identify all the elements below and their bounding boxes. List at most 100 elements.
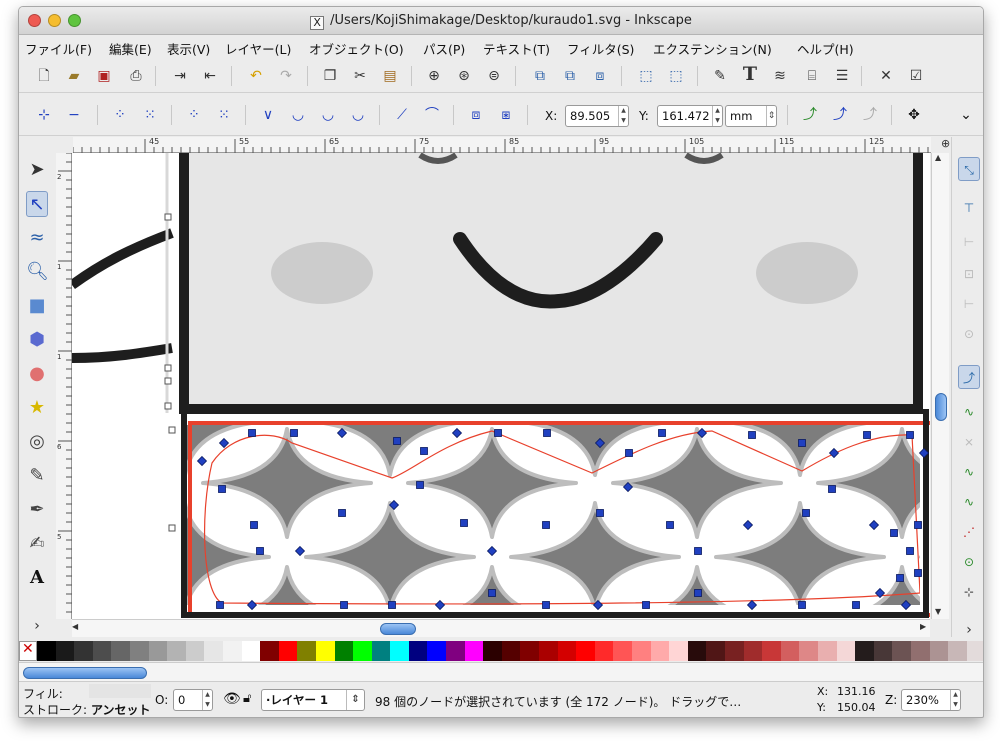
menu-path[interactable]: パス(P): [423, 39, 465, 58]
color-swatch[interactable]: [260, 641, 279, 661]
export-icon[interactable]: ⇤: [201, 67, 219, 85]
path-node[interactable]: [596, 509, 604, 517]
path-node[interactable]: [460, 519, 468, 527]
color-swatch[interactable]: [594, 641, 614, 661]
snap-toggle-icon[interactable]: ⤡: [958, 157, 980, 181]
tweak-icon[interactable]: ≈: [26, 225, 48, 251]
snap-cusp-icon[interactable]: ∿: [960, 463, 978, 481]
color-swatch[interactable]: [315, 641, 335, 661]
path-node[interactable]: [896, 574, 904, 582]
color-swatch[interactable]: [836, 641, 856, 661]
color-swatch[interactable]: [353, 641, 372, 661]
color-swatch[interactable]: [780, 641, 800, 661]
path-node[interactable]: [543, 429, 551, 437]
color-swatch[interactable]: [613, 641, 632, 661]
snap-midpoint-icon[interactable]: ⋰: [960, 523, 978, 541]
palette-scroll-thumb[interactable]: [23, 667, 147, 679]
zoom-field[interactable]: 230% ▲ ▼: [901, 689, 961, 711]
menu-layer[interactable]: レイヤー(L): [225, 39, 291, 58]
snap-bbox-corner-icon[interactable]: ⊡: [960, 265, 978, 283]
path-node[interactable]: [914, 521, 922, 529]
path-node[interactable]: [393, 437, 401, 445]
show-path-outline-icon[interactable]: ⤴: [831, 106, 849, 124]
path-node[interactable]: [694, 547, 702, 555]
snap-center-icon[interactable]: ⊙: [960, 553, 978, 571]
stroke-to-path-icon[interactable]: ⧆: [497, 106, 515, 124]
path-node[interactable]: [914, 569, 922, 577]
path-node[interactable]: [798, 601, 806, 609]
color-swatch[interactable]: [873, 641, 893, 661]
path-node[interactable]: [250, 521, 258, 529]
undo-icon[interactable]: ↶: [247, 67, 265, 85]
color-swatch[interactable]: [74, 641, 93, 661]
snap-nodes-icon[interactable]: ⤴: [958, 365, 980, 389]
color-swatch[interactable]: [706, 641, 725, 661]
preferences-icon[interactable]: ✕: [877, 67, 895, 85]
selector-icon[interactable]: ➤: [26, 157, 48, 183]
path-node[interactable]: [542, 601, 550, 609]
path-node[interactable]: [420, 447, 428, 455]
zoom-spinner-arrows[interactable]: ▲ ▼: [950, 690, 960, 710]
color-swatch[interactable]: [724, 641, 744, 661]
xml-editor-icon[interactable]: ⌸: [803, 67, 821, 85]
menu-edit[interactable]: 編集(E): [109, 39, 152, 58]
menu-filter[interactable]: フィルタ(S): [567, 39, 634, 58]
vertical-scroll-thumb[interactable]: [935, 393, 947, 421]
segment-curve-icon[interactable]: ⌒: [423, 106, 441, 124]
color-swatch[interactable]: [129, 641, 149, 661]
align-icon[interactable]: ☰: [833, 67, 851, 85]
scroll-right-icon[interactable]: ▶: [920, 622, 926, 631]
path-node[interactable]: [658, 429, 666, 437]
path-node[interactable]: [164, 377, 172, 385]
snap-page-icon[interactable]: ⊹: [960, 583, 978, 601]
scroll-down-icon[interactable]: ▼: [935, 607, 941, 616]
document-properties-icon[interactable]: ☑: [907, 67, 925, 85]
object-to-path-icon[interactable]: ⧈: [467, 106, 485, 124]
zoom-selection-icon[interactable]: ⊕: [425, 67, 443, 85]
node-tool-icon[interactable]: ↖: [26, 191, 48, 217]
path-node[interactable]: [906, 431, 914, 439]
ungroup-icon[interactable]: ⬚: [667, 67, 685, 85]
snap-path-icon[interactable]: ∿: [960, 403, 978, 421]
color-swatch[interactable]: [743, 641, 763, 661]
color-swatch[interactable]: [371, 641, 391, 661]
menu-text[interactable]: テキスト(T): [483, 39, 550, 58]
color-swatch[interactable]: [799, 641, 818, 661]
delete-segment-icon[interactable]: ⁙: [215, 106, 233, 124]
x-spinner-arrows[interactable]: ▲ ▼: [618, 106, 628, 126]
color-swatch[interactable]: [111, 641, 130, 661]
menu-view[interactable]: 表示(V): [167, 39, 210, 58]
group-icon[interactable]: ⬚: [637, 67, 655, 85]
color-swatch[interactable]: [408, 641, 428, 661]
color-swatch[interactable]: [687, 641, 707, 661]
snap-bbox-center-icon[interactable]: ⊙: [960, 325, 978, 343]
path-node[interactable]: [748, 431, 756, 439]
color-swatch[interactable]: [92, 641, 112, 661]
layer-select[interactable]: ·レイヤー 1 ⇕: [261, 689, 365, 711]
path-node[interactable]: [625, 449, 633, 457]
color-swatch[interactable]: [464, 641, 484, 661]
path-node[interactable]: [164, 364, 172, 372]
path-node[interactable]: [218, 485, 226, 493]
color-swatch[interactable]: [855, 641, 874, 661]
color-swatch[interactable]: [148, 641, 168, 661]
path-node[interactable]: [340, 601, 348, 609]
menu-file[interactable]: ファイル(F): [25, 39, 92, 58]
zoom-icon[interactable]: 🔍︎: [26, 259, 49, 285]
color-swatch[interactable]: [427, 641, 447, 661]
fill-stroke-icon[interactable]: ✎: [711, 67, 729, 85]
snap-intersection-icon[interactable]: ⨯: [960, 433, 978, 451]
rect-icon[interactable]: ■: [26, 293, 48, 319]
smooth-node-icon[interactable]: ◡: [289, 106, 307, 124]
color-swatch[interactable]: [204, 641, 223, 661]
path-node[interactable]: [388, 601, 396, 609]
copy-icon[interactable]: ❐: [321, 67, 339, 85]
menu-help[interactable]: ヘルプ(H): [797, 39, 854, 58]
clone-icon[interactable]: ⧉: [561, 67, 579, 85]
color-swatch[interactable]: [669, 641, 688, 661]
save-icon[interactable]: ▣: [95, 67, 113, 85]
import-icon[interactable]: ⇥: [171, 67, 189, 85]
unlink-clone-icon[interactable]: ⧈: [591, 67, 609, 85]
color-swatch[interactable]: [167, 641, 186, 661]
horizontal-scrollbar[interactable]: ◀ ▶: [72, 619, 930, 637]
